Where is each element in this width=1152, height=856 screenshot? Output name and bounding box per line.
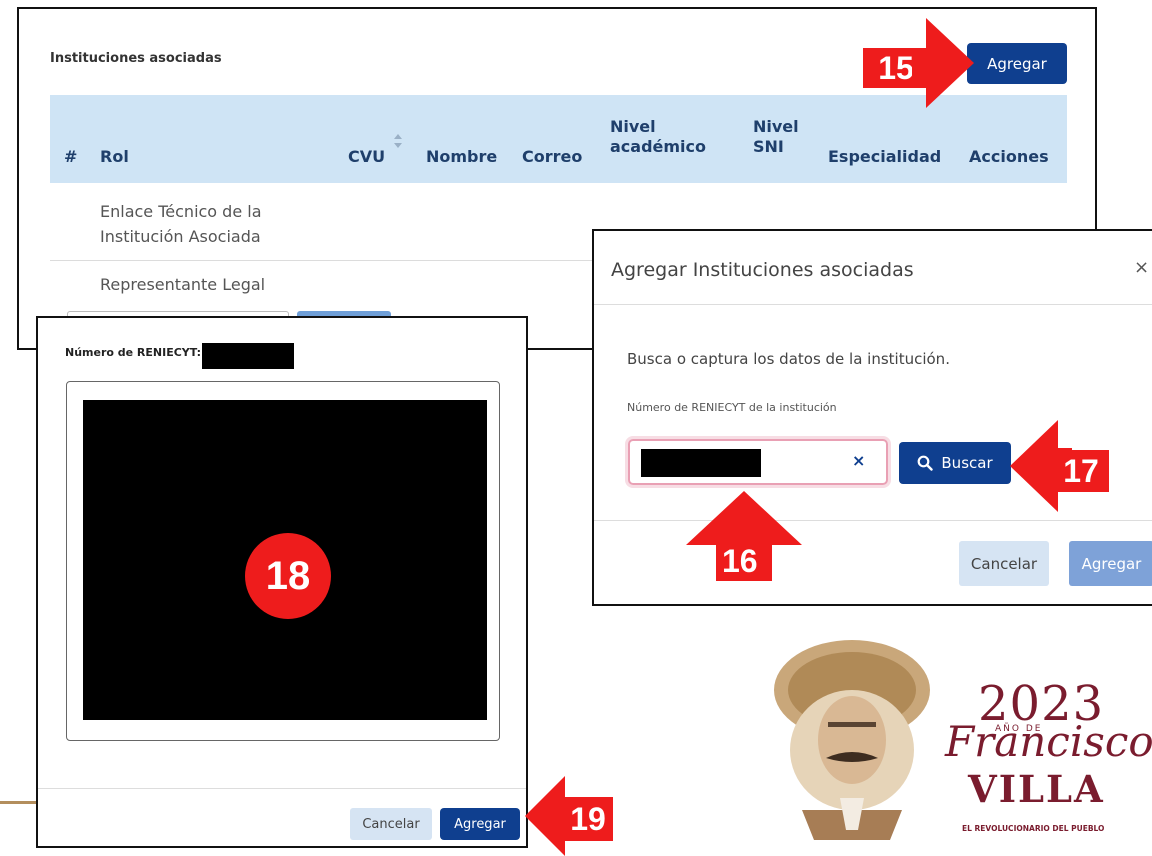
step-19-badge: 19 (563, 797, 613, 841)
clear-icon[interactable]: × (852, 451, 865, 470)
logo-name: Francisco (945, 717, 1152, 766)
reniecyt-label: Número de RENIECYT: (65, 346, 202, 359)
column-header-nivel-academico: Nivel académico (610, 117, 707, 156)
arrow-left-icon (525, 776, 565, 856)
panel-title: Instituciones asociadas (50, 51, 222, 66)
modal-header-divider (594, 304, 1152, 305)
column-header-correo: Correo (522, 147, 583, 166)
sort-icon[interactable] (393, 133, 403, 149)
redacted-input-value (641, 449, 761, 477)
column-header-nivel-sni: Nivel SNI (753, 117, 799, 156)
francisco-villa-portrait-logo (774, 640, 930, 840)
arrow-right-icon (912, 18, 974, 108)
add-institution-button[interactable]: Agregar (967, 43, 1067, 84)
logo-tagline: EL REVOLUCIONARIO DEL PUEBLO (962, 824, 1105, 833)
modal-footer-divider (38, 788, 526, 789)
step-16-badge: 16 (722, 543, 758, 579)
search-button[interactable]: Buscar (899, 442, 1011, 484)
modal-footer-divider (594, 520, 1152, 521)
table-row-rol: Representante Legal (100, 275, 266, 294)
cancel-button[interactable]: Cancelar (350, 808, 432, 840)
cancel-button[interactable]: Cancelar (959, 541, 1049, 586)
column-header-acciones: Acciones (969, 147, 1049, 166)
search-modal: Agregar Instituciones asociadas × Busca … (592, 229, 1152, 606)
table-row-rol: Enlace Técnico de la Institución Asociad… (100, 202, 262, 246)
logo-surname: VILLA (968, 767, 1105, 811)
add-button[interactable]: Agregar (1069, 541, 1152, 586)
table-header (50, 95, 1067, 183)
reniecyt-field-label: Número de RENIECYT de la institución (627, 401, 837, 414)
column-header-number: # (64, 147, 78, 166)
close-icon[interactable]: × (1134, 257, 1149, 278)
step-18-badge: 18 (245, 533, 331, 619)
modal-title: Agregar Instituciones asociadas (611, 259, 914, 281)
column-header-cvu[interactable]: CVU (348, 147, 385, 167)
decorative-gold-line (0, 801, 40, 804)
modal-description: Busca o captura los datos de la instituc… (627, 350, 950, 368)
search-icon (917, 455, 934, 471)
add-button[interactable]: Agregar (440, 808, 520, 840)
step-17-badge: 17 (1053, 450, 1109, 492)
search-button-label: Buscar (941, 454, 993, 472)
redacted-reniecyt-value (202, 343, 294, 369)
column-header-nombre: Nombre (426, 147, 498, 166)
column-header-rol: Rol (100, 147, 129, 166)
column-header-especialidad: Especialidad (828, 147, 942, 166)
